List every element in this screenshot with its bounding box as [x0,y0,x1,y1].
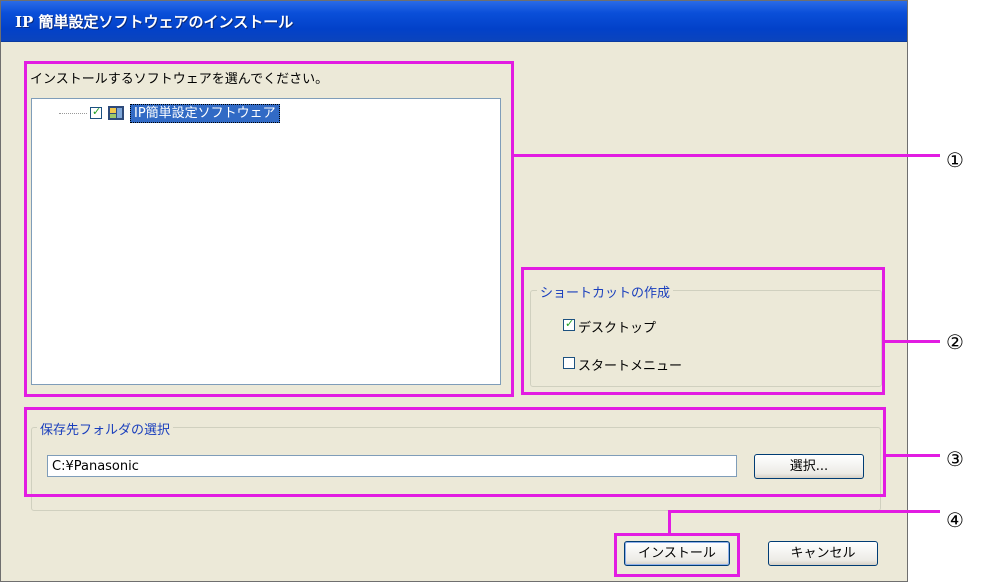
callout-line-4a [668,512,671,533]
window-title: IP 簡単設定ソフトウェアのインストール [15,13,294,31]
callout-line-3 [886,454,940,457]
highlight-shortcut-area [521,267,885,395]
callout-2: ② [946,330,964,354]
callout-1: ① [946,148,964,172]
cancel-button[interactable]: キャンセル [768,541,878,566]
callout-line-2 [885,340,940,343]
callout-3: ③ [946,447,964,471]
callout-4: ④ [946,508,964,532]
callout-line-1 [514,154,940,157]
title-bar[interactable]: IP 簡単設定ソフトウェアのインストール [1,1,907,42]
callout-line-4b [668,510,940,513]
highlight-install-button [614,533,740,577]
highlight-folder-area [24,407,886,497]
highlight-software-area [24,61,514,397]
